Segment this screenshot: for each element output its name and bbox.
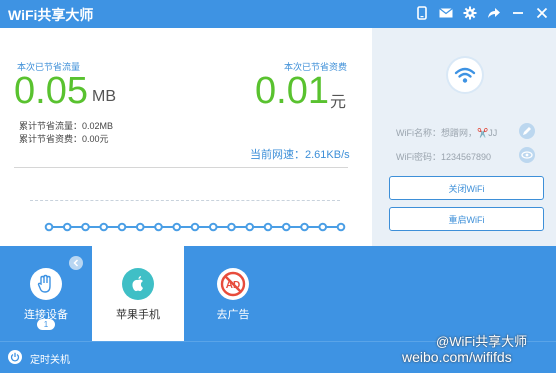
no-ads-icon: AD	[217, 268, 249, 300]
tab-remove-ads[interactable]: AD 去广告	[187, 246, 279, 341]
close-icon[interactable]	[534, 4, 550, 22]
speed-point	[99, 222, 109, 232]
watermark-weibo: @WiFi共享大师	[436, 334, 528, 349]
phone-icon[interactable]	[414, 4, 430, 22]
speed-point	[227, 222, 236, 232]
speed-point	[81, 222, 90, 232]
speed-point	[208, 222, 218, 232]
chevron-left-icon	[73, 259, 79, 267]
speed-chart	[44, 222, 346, 232]
speed-point	[281, 222, 291, 232]
scheduled-shutdown-label[interactable]: 定时关机	[30, 351, 70, 366]
device-count-badge: 1	[37, 319, 55, 330]
close-wifi-button[interactable]: 关闭WiFi	[389, 176, 544, 200]
wifi-name-value: 想蹭网，✂️JJ	[441, 128, 498, 138]
speed-point	[318, 222, 328, 232]
speed-point	[154, 222, 163, 232]
minimize-icon[interactable]	[510, 4, 526, 22]
collapse-button[interactable]	[69, 256, 83, 270]
speed-point	[62, 222, 72, 232]
hand-icon	[30, 268, 62, 300]
share-icon[interactable]	[486, 4, 502, 22]
eye-icon[interactable]	[519, 147, 535, 163]
tab-label: 去广告	[216, 309, 250, 321]
title-icons	[414, 4, 550, 22]
restart-wifi-button[interactable]: 重启WiFi	[389, 207, 544, 231]
edit-icon[interactable]	[519, 123, 535, 139]
wifi-password-value: 1234567890	[441, 152, 492, 162]
speed-point	[263, 222, 273, 232]
power-icon[interactable]	[8, 350, 22, 364]
wifi-name-label: WiFi名称：	[396, 128, 441, 138]
speed-point	[135, 222, 145, 232]
settings-icon[interactable]	[462, 4, 478, 22]
wifi-status	[448, 58, 482, 92]
mail-icon[interactable]	[438, 4, 454, 22]
wifi-password-label: WiFi密码：	[396, 152, 441, 162]
apple-icon	[122, 268, 154, 300]
wifi-icon	[454, 67, 476, 83]
speed-point	[117, 222, 127, 232]
speed-point	[336, 222, 346, 232]
speed-point	[245, 222, 255, 232]
tab-label: 苹果手机	[116, 309, 160, 321]
tab-apple-phone[interactable]: 苹果手机	[92, 246, 184, 341]
speed-point	[300, 222, 309, 232]
speed-point	[172, 222, 182, 232]
speed-point	[190, 222, 200, 232]
wifi-password-row: WiFi密码：1234567890	[396, 150, 491, 163]
speed-point	[44, 222, 54, 232]
wifi-name-row: WiFi名称：想蹭网，✂️JJ	[396, 126, 497, 139]
watermark-url: weibo.com/wififds	[402, 349, 512, 365]
